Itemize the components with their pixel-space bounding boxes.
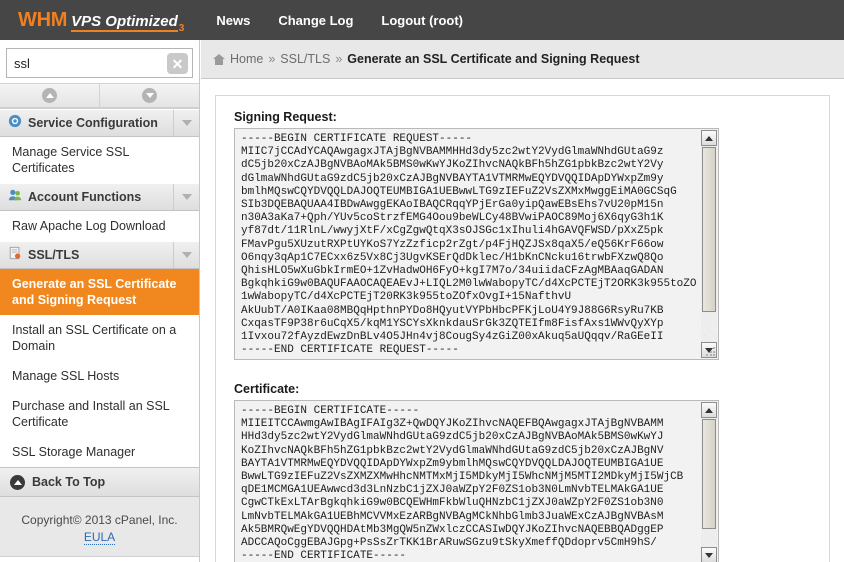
- sidebar: ✕ Service Configuration Manage Service S…: [0, 40, 200, 562]
- sidebar-item-purchase-and-install-ssl-certificate[interactable]: Purchase and Install an SSL Certificate: [0, 391, 199, 437]
- clear-search-icon[interactable]: ✕: [167, 53, 188, 74]
- breadcrumb-item-current: Generate an SSL Certificate and Signing …: [347, 52, 639, 66]
- signing-request-label: Signing Request:: [234, 110, 829, 124]
- breadcrumb-item-home[interactable]: Home: [230, 52, 263, 66]
- users-icon: [8, 188, 22, 207]
- circle-up-arrow-icon: [42, 88, 57, 103]
- signing-request-textarea[interactable]: -----BEGIN CERTIFICATE REQUEST----- MIIC…: [234, 128, 719, 360]
- sidebar-footer: Copyright© 2013 cPanel, Inc. EULA: [0, 497, 199, 557]
- sidebar-item-manage-service-ssl-certificates[interactable]: Manage Service SSL Certificates: [0, 137, 199, 183]
- sidebar-group-label: SSL/TLS: [28, 248, 79, 262]
- sidebar-group-service-configuration[interactable]: Service Configuration: [0, 109, 199, 137]
- sidebar-scroll-buttons: [0, 83, 199, 109]
- back-to-top-button[interactable]: Back To Top: [0, 467, 199, 497]
- sidebar-item-raw-apache-log-download[interactable]: Raw Apache Log Download: [0, 211, 199, 241]
- sidebar-search: ✕: [6, 48, 193, 78]
- logo-whm-text: WHM: [18, 9, 67, 32]
- sidebar-item-install-ssl-certificate-on-a-domain[interactable]: Install an SSL Certificate on a Domain: [0, 315, 199, 361]
- nav-link-news[interactable]: News: [216, 13, 250, 28]
- chevron-down-icon[interactable]: [173, 242, 199, 268]
- home-icon: [213, 54, 225, 65]
- certificate-page-icon: [8, 246, 22, 265]
- certificate-textarea[interactable]: -----BEGIN CERTIFICATE----- MIIEITCCAwmg…: [234, 400, 719, 562]
- logo-superscript: 3: [179, 23, 185, 34]
- signing-request-value: -----BEGIN CERTIFICATE REQUEST----- MIIC…: [241, 133, 696, 357]
- eula-link[interactable]: EULA: [84, 530, 115, 545]
- scroll-up-arrow-icon[interactable]: [701, 130, 717, 146]
- resize-grip-icon[interactable]: [706, 347, 716, 357]
- certificate-label: Certificate:: [234, 382, 829, 396]
- circle-up-arrow-icon: [10, 475, 25, 490]
- scrollbar-thumb[interactable]: [702, 419, 716, 529]
- signing-request-scrollbar[interactable]: [701, 130, 717, 358]
- gear-icon: [8, 114, 22, 133]
- scrollbar-thumb[interactable]: [702, 147, 716, 312]
- chevron-down-icon[interactable]: [173, 184, 199, 210]
- scroll-down-arrow-icon[interactable]: [701, 547, 717, 562]
- search-input[interactable]: [6, 48, 193, 78]
- nav-link-logout[interactable]: Logout (root): [381, 13, 463, 28]
- sidebar-item-manage-ssl-hosts[interactable]: Manage SSL Hosts: [0, 361, 199, 391]
- sidebar-item-generate-ssl-certificate-and-signing-request[interactable]: Generate an SSL Certificate and Signing …: [0, 269, 199, 315]
- sidebar-group-label: Service Configuration: [28, 116, 158, 130]
- top-navigation-bar: WHM VPS Optimized 3 News Change Log Logo…: [0, 0, 844, 40]
- copyright-text: Copyright© 2013 cPanel, Inc.: [8, 513, 191, 527]
- nav-link-change-log[interactable]: Change Log: [278, 13, 353, 28]
- scroll-up-button[interactable]: [0, 84, 100, 107]
- top-nav-links: News Change Log Logout (root): [216, 13, 491, 28]
- sidebar-item-ssl-storage-manager[interactable]: SSL Storage Manager: [0, 437, 199, 467]
- circle-down-arrow-icon: [142, 88, 157, 103]
- main-content: Home » SSL/TLS » Generate an SSL Certifi…: [201, 40, 844, 562]
- chevron-down-icon[interactable]: [173, 110, 199, 136]
- back-to-top-label: Back To Top: [32, 475, 105, 489]
- sidebar-group-label: Account Functions: [28, 190, 141, 204]
- scroll-down-button[interactable]: [100, 84, 199, 107]
- sidebar-group-ssl-tls[interactable]: SSL/TLS: [0, 241, 199, 269]
- certificate-scrollbar[interactable]: [701, 402, 717, 562]
- breadcrumb-item-ssl-tls[interactable]: SSL/TLS: [280, 52, 330, 66]
- logo-vps-optimized-text: VPS Optimized: [71, 13, 178, 32]
- whm-logo[interactable]: WHM VPS Optimized 3: [18, 9, 184, 32]
- sidebar-group-account-functions[interactable]: Account Functions: [0, 183, 199, 211]
- breadcrumb: Home » SSL/TLS » Generate an SSL Certifi…: [201, 40, 844, 79]
- scroll-up-arrow-icon[interactable]: [701, 402, 717, 418]
- certificate-value: -----BEGIN CERTIFICATE----- MIIEITCCAwmg…: [241, 405, 696, 562]
- breadcrumb-separator: »: [268, 52, 275, 66]
- content-panel: Signing Request: -----BEGIN CERTIFICATE …: [215, 95, 830, 562]
- breadcrumb-separator: »: [335, 52, 342, 66]
